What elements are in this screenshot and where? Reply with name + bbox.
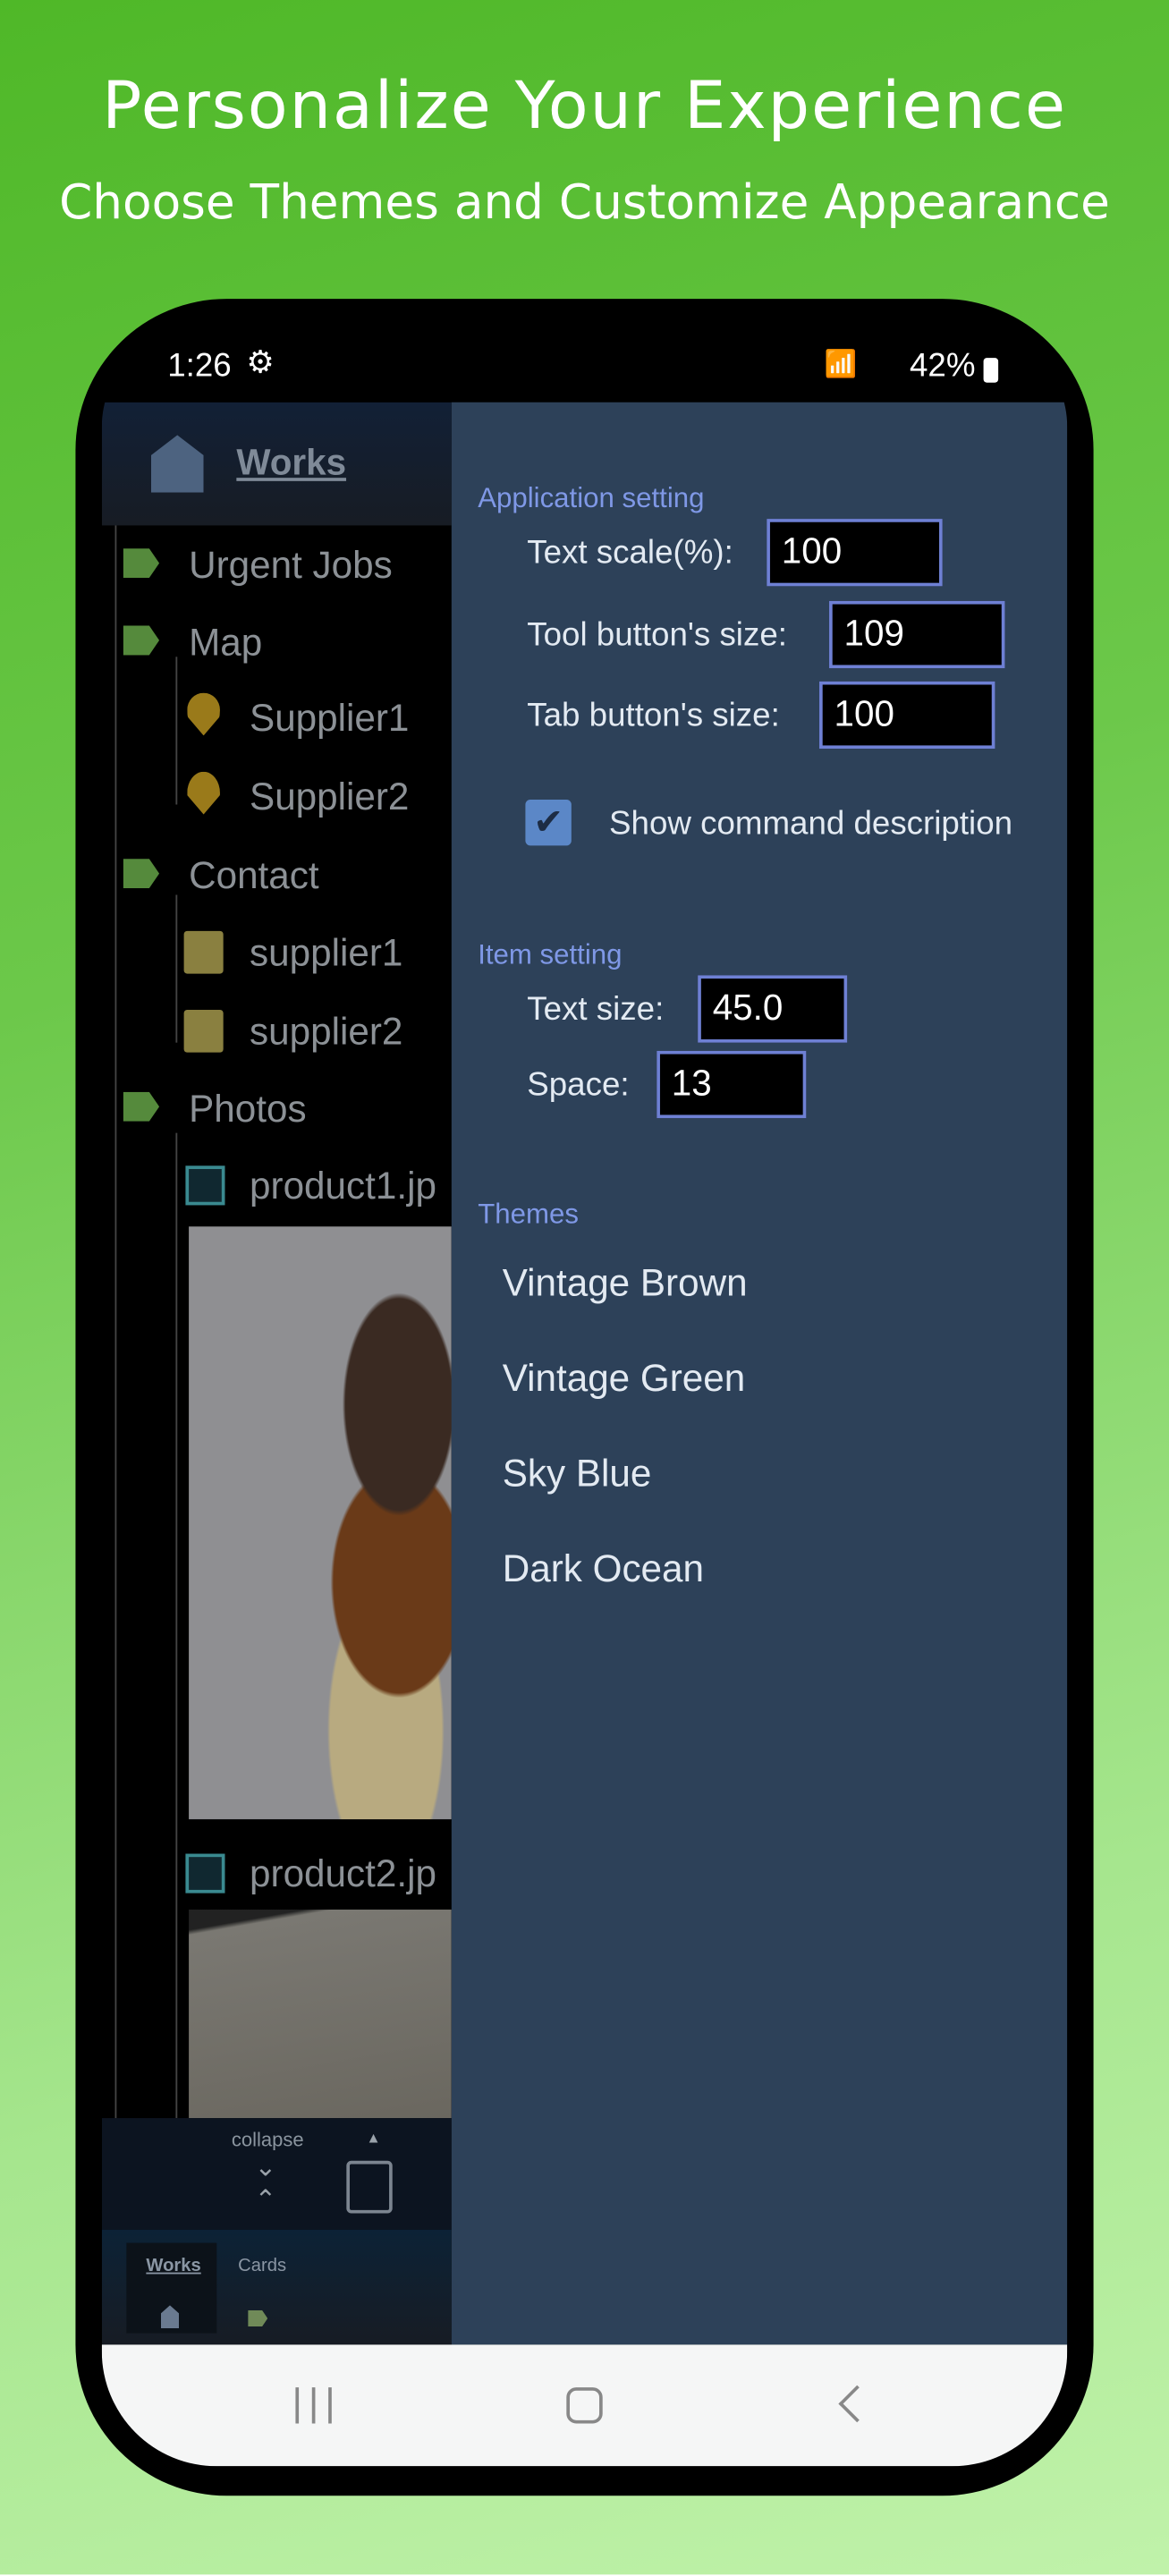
- tab-button-size-label: Tab button's size:: [527, 698, 780, 734]
- tool-button-size-input[interactable]: 109: [829, 600, 1005, 669]
- tree-item-label: supplier2: [250, 1009, 403, 1053]
- tab-button-size-input[interactable]: 100: [819, 681, 995, 750]
- image-icon: [185, 1165, 225, 1206]
- house-icon: [150, 435, 204, 493]
- tab-label: Works: [146, 2256, 201, 2276]
- tree-panel: Works Urgent Jobs Map Supplier1 Supplier…: [101, 402, 452, 2345]
- tree-header[interactable]: Works: [101, 402, 452, 526]
- collapse-button[interactable]: ⌄ ⌃: [255, 2151, 277, 2216]
- promo-title: Personalize Your Experience: [102, 69, 1067, 145]
- tree-line: [175, 657, 178, 805]
- tag-icon: [123, 548, 160, 579]
- space-input[interactable]: 13: [657, 1050, 807, 1119]
- product2-photo[interactable]: [189, 1909, 452, 2119]
- tab-label: Cards: [238, 2256, 287, 2276]
- recent-apps-button[interactable]: [295, 2387, 332, 2424]
- tree-item-label: Photos: [189, 1087, 307, 1130]
- tree-item-label: Supplier1: [250, 696, 410, 740]
- home-button[interactable]: [566, 2387, 603, 2424]
- text-size-label: Text size:: [527, 991, 665, 1029]
- settings-gear-icon: ⚙: [246, 346, 275, 381]
- tree-item-label: product2.jp: [250, 1852, 436, 1895]
- house-icon: [160, 2305, 180, 2329]
- tree-header-title: Works: [236, 441, 347, 483]
- status-time: 1:26: [167, 348, 232, 385]
- tree-line: [175, 1132, 178, 2119]
- tag-icon: [123, 859, 160, 889]
- themes-heading: Themes: [478, 1199, 579, 1230]
- tree-line: [114, 525, 117, 2168]
- tab-bar: Works Cards: [101, 2229, 452, 2345]
- tree-item-label: Map: [189, 620, 263, 664]
- tree-item-label: supplier1: [250, 930, 403, 974]
- promo-subtitle: Choose Themes and Customize Appearance: [59, 174, 1110, 230]
- note-icon: [183, 1009, 224, 1053]
- promo-screenshot: Personalize Your Experience Choose Theme…: [0, 0, 1169, 2575]
- map-pin-icon: [187, 771, 220, 815]
- battery-text: 42%: [909, 348, 976, 385]
- text-scale-label: Text scale(%):: [527, 535, 733, 572]
- bottom-toolbar: collapse ⌄ ⌃ ▲: [101, 2118, 452, 2230]
- tab-works[interactable]: Works: [126, 2242, 217, 2334]
- tag-icon: [123, 1091, 160, 1122]
- show-command-description-label: Show command description: [609, 806, 1013, 843]
- tree-line: [175, 894, 178, 1043]
- image-icon: [185, 1853, 225, 1894]
- edit-icon[interactable]: [346, 2160, 393, 2214]
- product1-photo[interactable]: [189, 1226, 452, 1819]
- space-label: Space:: [527, 1067, 630, 1104]
- item-setting-heading: Item setting: [478, 939, 623, 970]
- tree-item-label: Contact: [189, 853, 319, 897]
- theme-vintage-green[interactable]: Vintage Green: [503, 1356, 746, 1401]
- tool-button-size-label: Tool button's size:: [527, 617, 787, 654]
- tab-cards[interactable]: Cards: [224, 2243, 315, 2334]
- tag-icon: [123, 625, 160, 656]
- back-button[interactable]: [838, 2385, 877, 2423]
- tree-item-label: Urgent Jobs: [189, 543, 393, 587]
- show-command-description-checkbox[interactable]: ✔: [525, 799, 572, 846]
- note-icon: [183, 930, 224, 974]
- status-bar: 1:26 ⚙ 📶 42%: [102, 328, 1067, 402]
- tree-item-label: product1.jp: [250, 1164, 436, 1208]
- theme-sky-blue[interactable]: Sky Blue: [503, 1452, 652, 1496]
- application-setting-heading: Application setting: [478, 482, 705, 514]
- tag-icon: [248, 2309, 268, 2327]
- wifi-icon: 📶: [824, 351, 858, 380]
- text-size-input[interactable]: 45.0: [698, 975, 848, 1043]
- settings-panel: Application setting Text scale(%): 100 T…: [451, 402, 1068, 2345]
- triangle-up-icon: ▲: [366, 2129, 381, 2147]
- battery-charging-icon: [983, 358, 999, 383]
- theme-vintage-brown[interactable]: Vintage Brown: [503, 1261, 748, 1306]
- collapse-label: collapse: [231, 2128, 304, 2151]
- text-scale-input[interactable]: 100: [767, 519, 943, 587]
- theme-dark-ocean[interactable]: Dark Ocean: [503, 1546, 704, 1591]
- map-pin-icon: [187, 692, 220, 736]
- tree-item-label: Supplier2: [250, 775, 410, 818]
- system-nav-bar: [101, 2344, 1068, 2467]
- phone-screen: 1:26 ⚙ 📶 42% Works Urgent Jobs Map Suppl…: [101, 328, 1068, 2467]
